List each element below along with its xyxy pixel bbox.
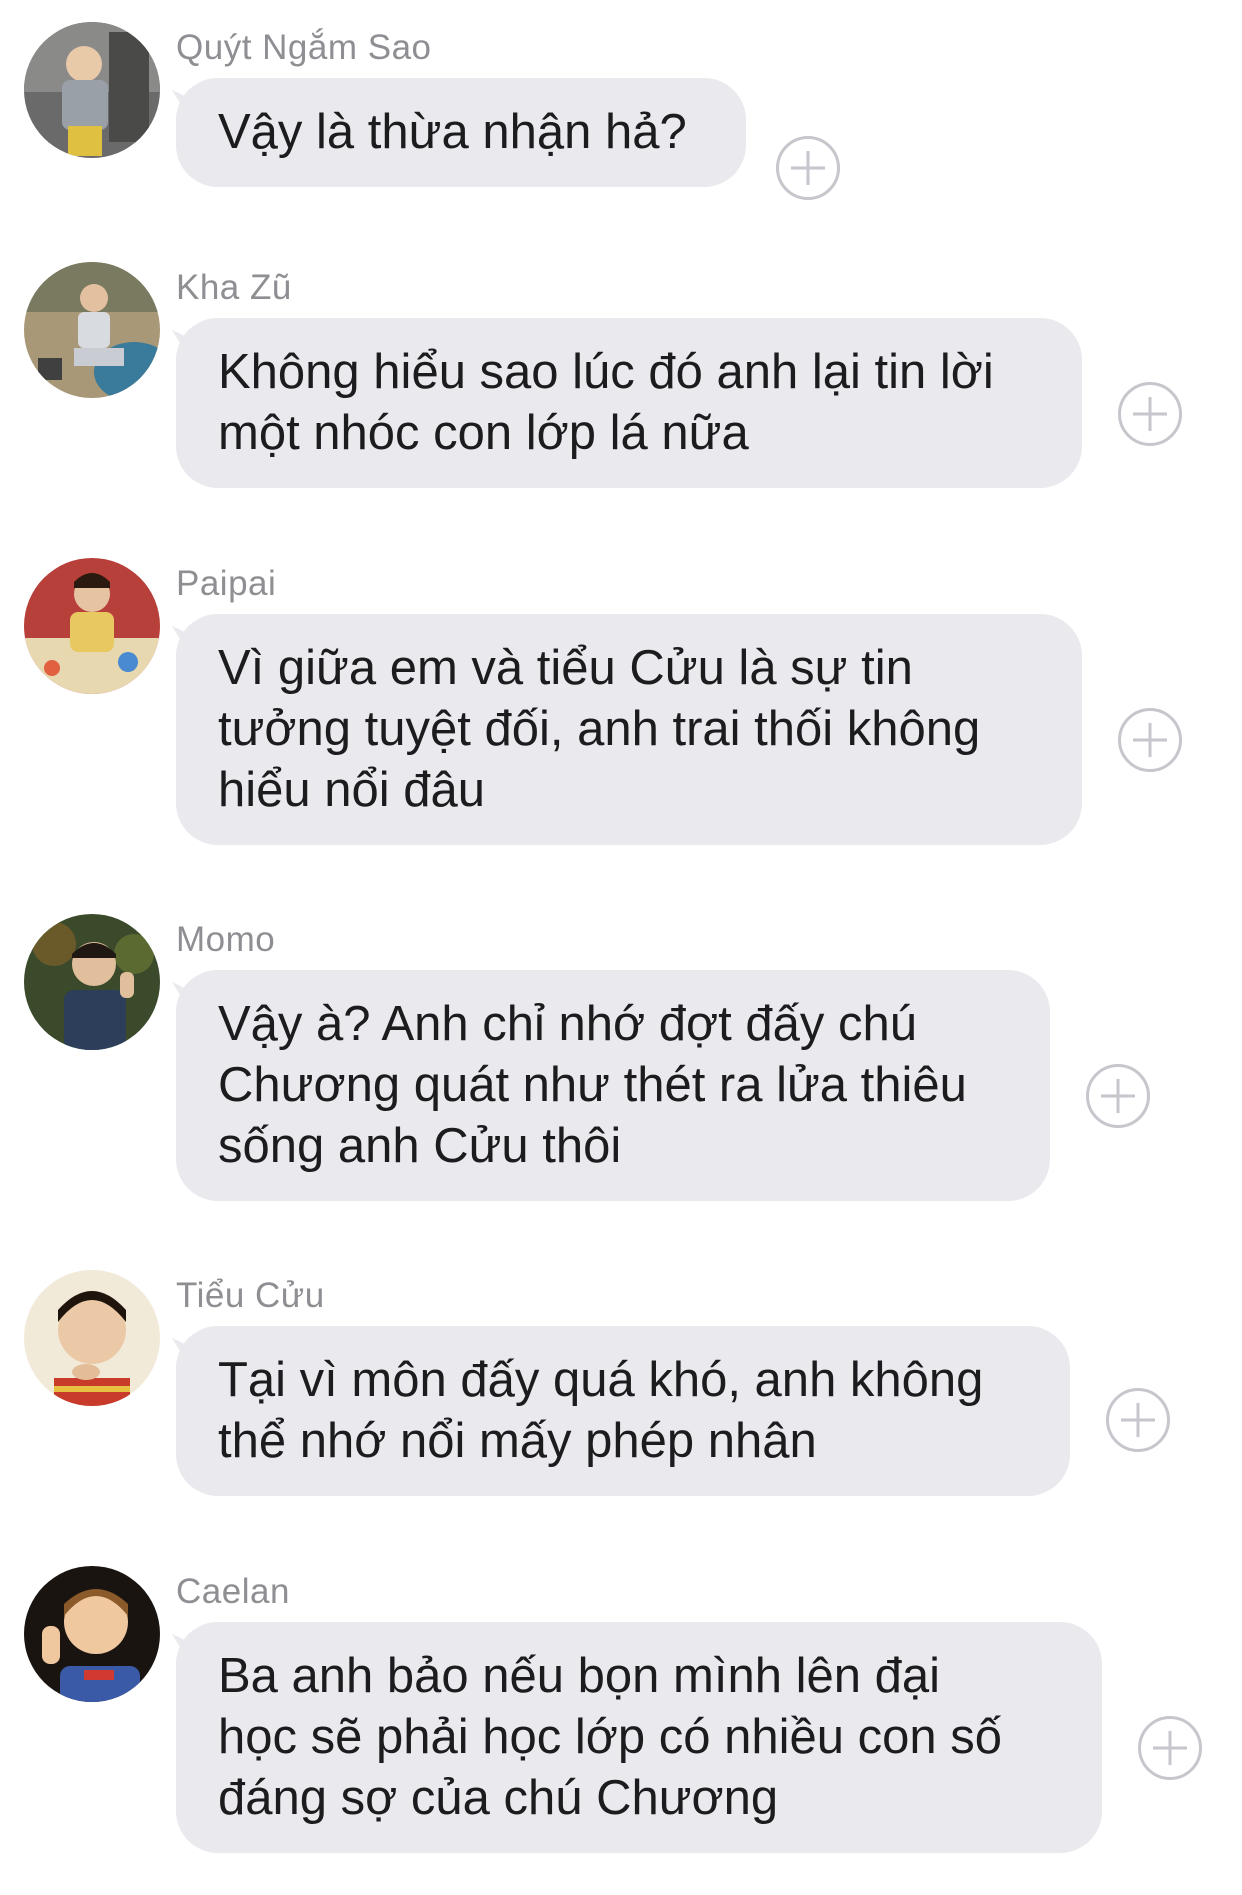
message-bubble-container: Ba anh bảo nếu bọn mình lên đại học sẽ p… xyxy=(172,1622,1102,1853)
avatar-image xyxy=(24,558,160,694)
avatar[interactable] xyxy=(24,1566,160,1702)
sender-name: Caelan xyxy=(176,1572,290,1611)
message-bubble-container: Không hiểu sao lúc đó anh lại tin lời mộ… xyxy=(172,318,1082,488)
avatar-image xyxy=(24,1270,160,1406)
avatar[interactable] xyxy=(24,22,160,158)
message-bubble-container: Tại vì môn đấy quá khó, anh không thể nh… xyxy=(172,1326,1070,1496)
sender-name: Paipai xyxy=(176,564,277,603)
avatar-image xyxy=(24,914,160,1050)
avatar-image xyxy=(24,1566,160,1702)
add-reaction-button[interactable] xyxy=(1086,1064,1150,1128)
sender-name: Momo xyxy=(176,920,276,959)
add-reaction-button[interactable] xyxy=(1118,708,1182,772)
add-reaction-button[interactable] xyxy=(776,136,840,200)
message-bubble[interactable]: Không hiểu sao lúc đó anh lại tin lời mộ… xyxy=(176,318,1082,488)
message-bubble[interactable]: Tại vì môn đấy quá khó, anh không thể nh… xyxy=(176,1326,1070,1496)
message-bubble-container: Vì giữa em và tiểu Cửu là sự tin tưởng t… xyxy=(172,614,1082,845)
message-text: Không hiểu sao lúc đó anh lại tin lời mộ… xyxy=(218,345,994,460)
message-bubble-container: Vậy à? Anh chỉ nhớ đợt đấy chú Chương qu… xyxy=(172,970,1050,1201)
message-text: Vậy là thừa nhận hả? xyxy=(218,105,687,159)
message-bubble[interactable]: Vì giữa em và tiểu Cửu là sự tin tưởng t… xyxy=(176,614,1082,845)
avatar-image xyxy=(24,262,160,398)
message-text: Tại vì môn đấy quá khó, anh không thể nh… xyxy=(218,1353,984,1468)
add-reaction-button[interactable] xyxy=(1118,382,1182,446)
sender-name: Quýt Ngắm Sao xyxy=(176,28,432,67)
message-text: Ba anh bảo nếu bọn mình lên đại học sẽ p… xyxy=(218,1649,1002,1825)
sender-name: Tiểu Cửu xyxy=(176,1276,325,1315)
message-bubble[interactable]: Vậy là thừa nhận hả? xyxy=(176,78,746,187)
message-bubble-container: Vậy là thừa nhận hả? xyxy=(172,78,746,187)
avatar[interactable] xyxy=(24,1270,160,1406)
sender-name: Kha Zũ xyxy=(176,268,292,307)
avatar[interactable] xyxy=(24,558,160,694)
add-reaction-button[interactable] xyxy=(1106,1388,1170,1452)
avatar[interactable] xyxy=(24,914,160,1050)
avatar-image xyxy=(24,22,160,158)
avatar[interactable] xyxy=(24,262,160,398)
message-bubble[interactable]: Vậy à? Anh chỉ nhớ đợt đấy chú Chương qu… xyxy=(176,970,1050,1201)
add-reaction-button[interactable] xyxy=(1138,1716,1202,1780)
message-text: Vậy à? Anh chỉ nhớ đợt đấy chú Chương qu… xyxy=(218,997,967,1173)
message-bubble[interactable]: Ba anh bảo nếu bọn mình lên đại học sẽ p… xyxy=(176,1622,1102,1853)
message-text: Vì giữa em và tiểu Cửu là sự tin tưởng t… xyxy=(218,641,981,817)
